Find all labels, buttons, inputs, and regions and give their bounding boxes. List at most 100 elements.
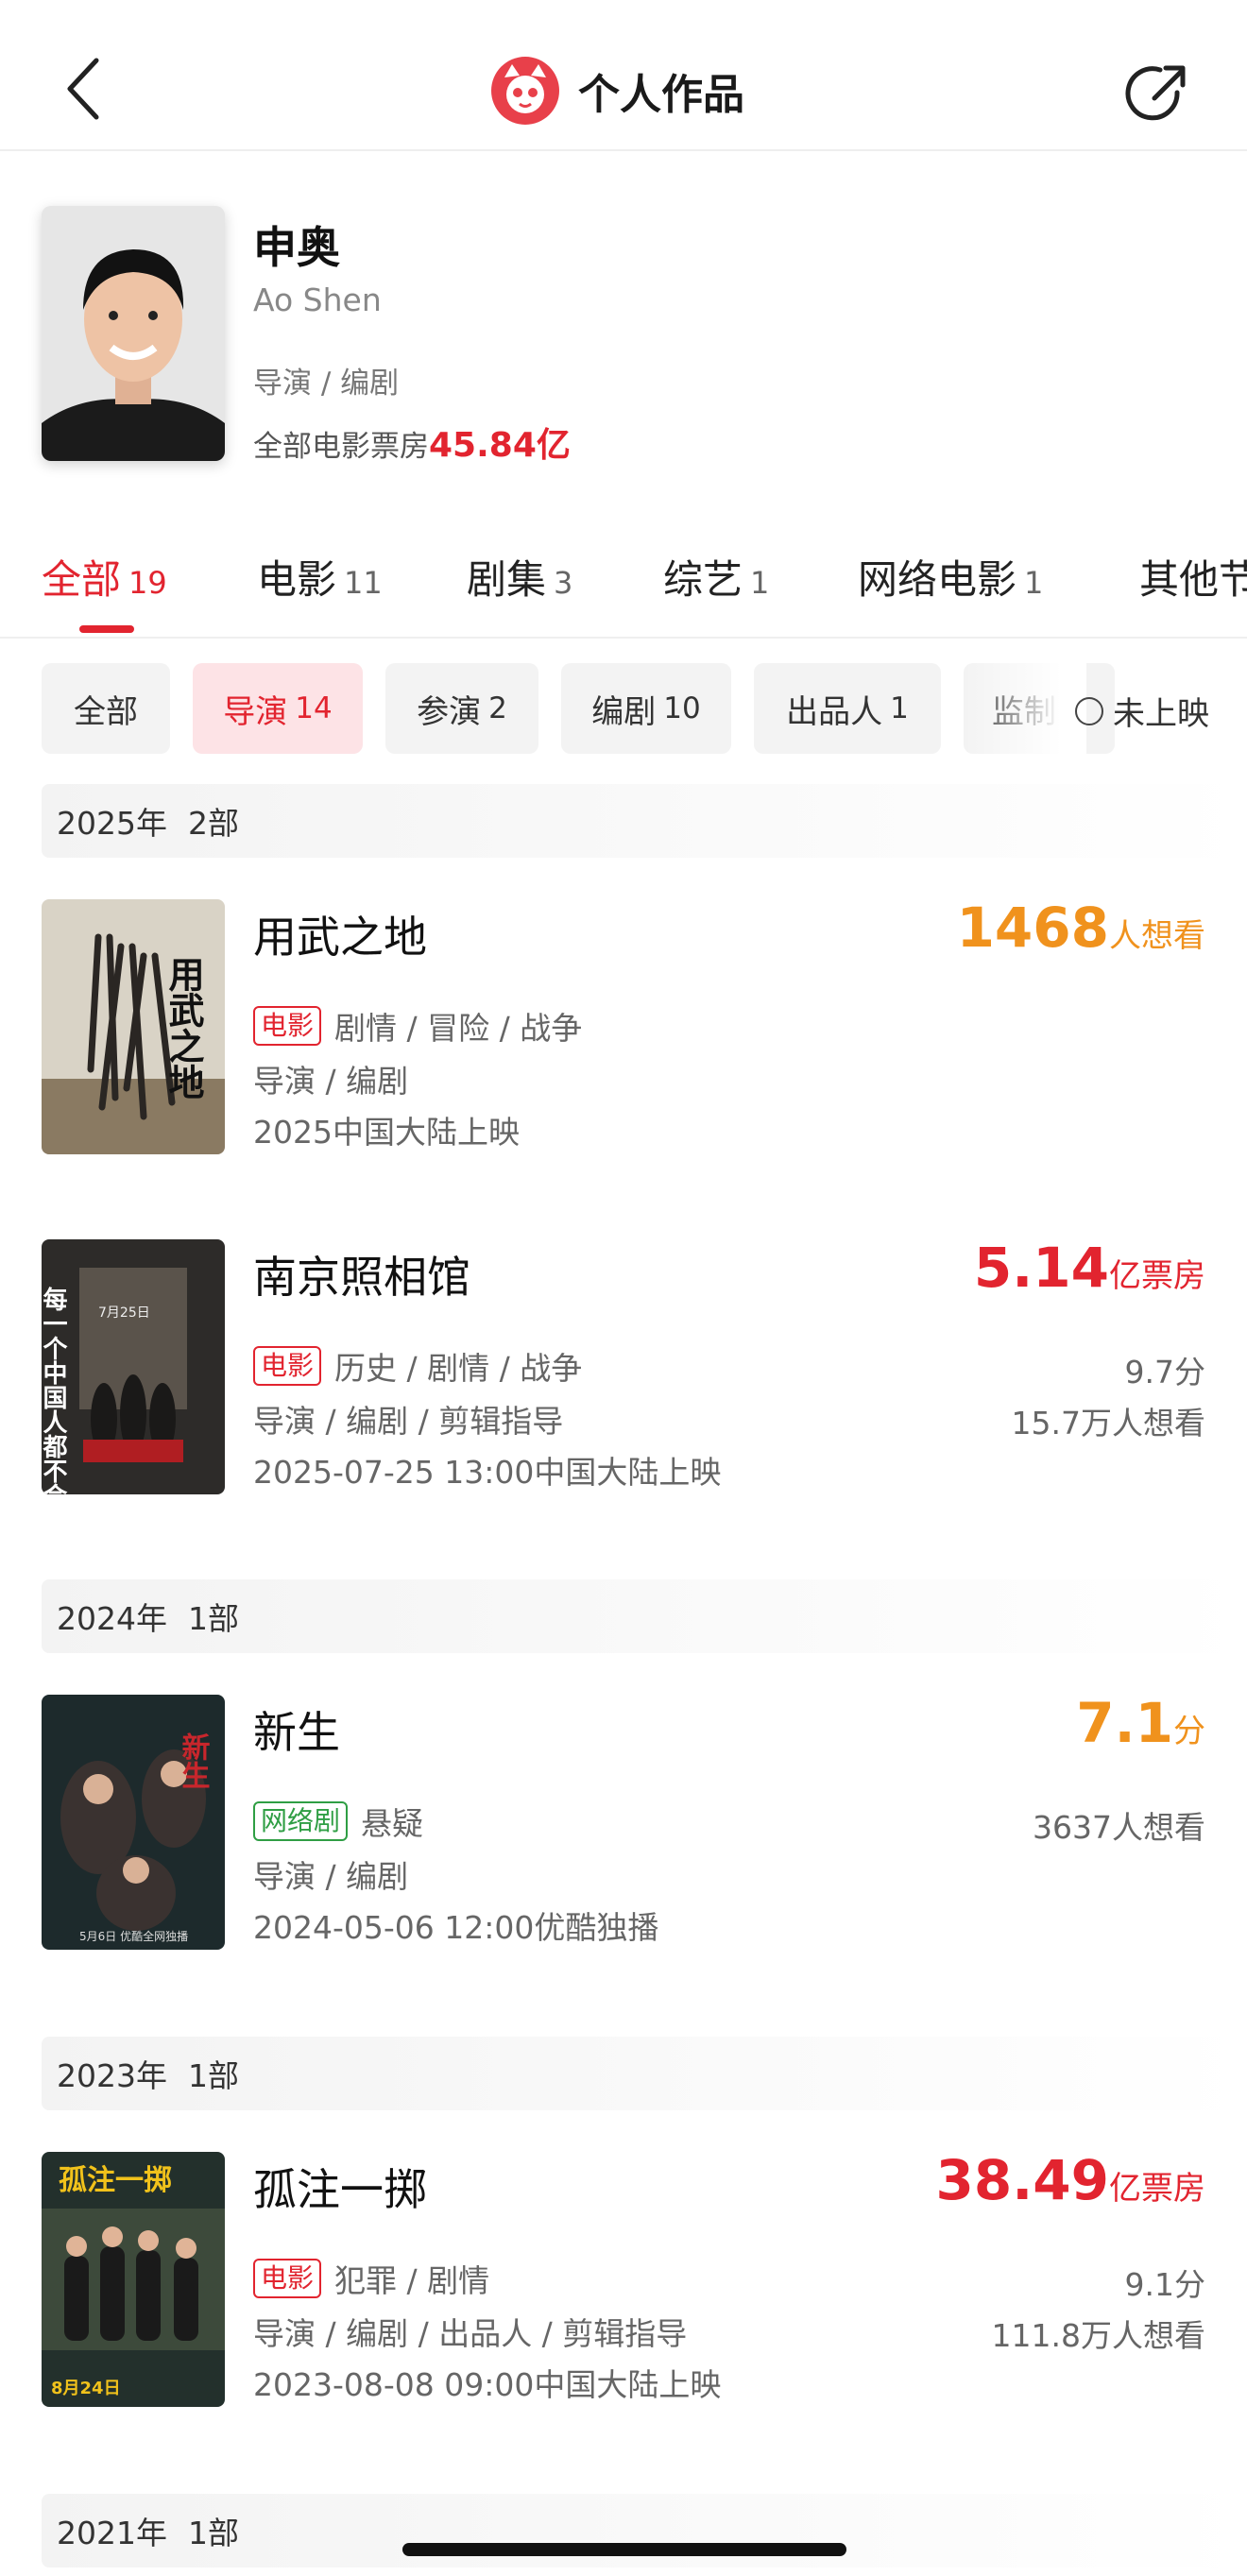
work-genres: 剧情 / 冒险 / 战争 (334, 1010, 583, 1047)
share-icon (1125, 65, 1186, 121)
stat-unit: 亿票房 (1109, 1257, 1205, 1295)
work-rating: 9.7分 (1124, 1354, 1205, 1390)
work-want-count: 111.8万人想看 (991, 2317, 1205, 2354)
year-label: 2023年 (57, 2057, 167, 2094)
home-indicator[interactable] (402, 2543, 846, 2556)
share-button[interactable] (1120, 57, 1196, 132)
tab-count: 1 (1024, 565, 1044, 601)
work-tags: 电影 剧情 / 冒险 / 战争 (253, 1003, 582, 1049)
work-tags: 网络剧 悬疑 (253, 1799, 423, 1844)
tab-label: 电影 (257, 556, 337, 603)
total-box-office: 全部电影票房45.84亿 (253, 418, 571, 467)
box-office: 5.14亿票房 (974, 1236, 1205, 1300)
work-tags: 电影 犯罪 / 剧情 (253, 2256, 489, 2301)
work-release: 2023-08-08 09:00中国大陆上映 (253, 2366, 722, 2403)
active-tab-indicator (79, 625, 134, 633)
stat-value: 1468 (956, 896, 1109, 960)
svg-text:孤注一掷: 孤注一掷 (59, 2164, 172, 2197)
tab-count: 11 (344, 565, 383, 601)
tab-web-movie[interactable]: 网络电影 1 (858, 548, 1043, 606)
work-tags: 电影 历史 / 剧情 / 战争 (253, 1343, 582, 1389)
poster-image[interactable]: 新生 5月6日 优酷全网独播 (42, 1695, 225, 1950)
person-name-english: Ao Shen (253, 281, 382, 318)
stat-value: 7.1 (1076, 1691, 1173, 1755)
person-name: 申奥 (253, 222, 340, 273)
filter-label: 全部 (74, 692, 138, 731)
tab-label: 全部 (42, 556, 122, 603)
filter-count: 14 (295, 691, 333, 725)
tab-label: 剧集 (467, 556, 547, 603)
year-header: 2021年 1部 (42, 2494, 1247, 2567)
year-count: 2部 (187, 805, 239, 842)
person-roles: 导演 / 编剧 (253, 367, 400, 401)
work-genres: 悬疑 (361, 1805, 424, 1842)
category-tabs: 全部 19 电影 11 剧集 3 综艺 1 网络电影 1 其他节 (0, 538, 1247, 639)
work-want-count: 15.7万人想看 (1011, 1405, 1205, 1442)
filter-label: 导演 (223, 692, 288, 731)
poster-image[interactable]: 孤注一掷 8月24日 (42, 2152, 225, 2407)
tab-count: 1 (750, 565, 770, 601)
year-header: 2024年 1部 (42, 1579, 1247, 1653)
work-title[interactable]: 用武之地 (253, 903, 427, 965)
want-count: 1468人想看 (957, 896, 1205, 960)
stat-unit: 分 (1173, 1713, 1205, 1750)
year-label: 2021年 (57, 2515, 167, 2551)
svg-text:每一个中国人都不会忘记: 每一个中国人都不会忘记 (42, 1286, 68, 1494)
filter-fade-overlay (964, 663, 1086, 758)
total-box-office-label: 全部电影票房 (253, 430, 429, 464)
work-roles: 导演 / 编剧 (253, 1063, 409, 1100)
tab-count: 19 (128, 565, 167, 601)
year-count: 1部 (187, 2515, 239, 2551)
total-box-office-value: 45.84亿 (429, 426, 571, 465)
filter-label: 编剧 (591, 692, 657, 731)
work-title[interactable]: 新生 (253, 1698, 340, 1761)
type-badge: 电影 (253, 1346, 322, 1386)
stat-unit: 亿票房 (1109, 2170, 1205, 2208)
box-office: 38.49亿票房 (936, 2148, 1205, 2212)
poster-image[interactable]: 7月25日 每一个中国人都不会忘记 (42, 1239, 225, 1494)
work-release: 2025中国大陆上映 (253, 1114, 520, 1151)
stat-unit: 人想看 (1109, 917, 1205, 955)
tab-all[interactable]: 全部 19 (42, 548, 167, 606)
svg-text:7月25日: 7月25日 (98, 1305, 150, 1321)
stat-value: 38.49 (935, 2148, 1109, 2212)
filter-all[interactable]: 全部 (42, 663, 170, 754)
filter-writer[interactable]: 编剧 10 (561, 663, 731, 754)
tab-label: 综艺 (663, 556, 743, 603)
type-badge: 电影 (253, 1006, 322, 1046)
poster-image[interactable]: 用武之地 (42, 899, 225, 1154)
svg-text:5月6日 优酷全网独播: 5月6日 优酷全网独播 (79, 1929, 188, 1943)
radio-icon (1075, 696, 1103, 725)
back-button[interactable] (53, 49, 119, 128)
year-label: 2024年 (57, 1600, 167, 1637)
tab-label: 网络电影 (858, 556, 1017, 603)
tab-variety[interactable]: 综艺 1 (663, 548, 769, 606)
work-release: 2025-07-25 13:00中国大陆上映 (253, 1454, 722, 1491)
score: 7.1分 (1076, 1691, 1205, 1755)
svg-text:8月24日: 8月24日 (51, 2379, 121, 2398)
tab-other[interactable]: 其他节 (1139, 548, 1247, 606)
filter-director[interactable]: 导演 14 (193, 663, 363, 754)
page-title: 个人作品 (578, 71, 744, 119)
filter-label: 出品人 (786, 692, 883, 731)
year-count: 1部 (187, 1600, 239, 1637)
top-bar: 个人作品 (0, 0, 1247, 151)
work-genres: 历史 / 剧情 / 战争 (334, 1350, 583, 1387)
work-title[interactable]: 孤注一掷 (253, 2156, 427, 2218)
year-label: 2025年 (57, 805, 167, 842)
filter-actor[interactable]: 参演 2 (385, 663, 538, 754)
avatar[interactable] (42, 206, 225, 461)
work-release: 2024-05-06 12:00优酷独播 (253, 1909, 659, 1946)
svg-text:用武之地: 用武之地 (162, 956, 204, 1100)
work-want-count: 3637人想看 (1033, 1809, 1205, 1846)
filter-count: 1 (890, 691, 909, 725)
filter-producer[interactable]: 出品人 1 (754, 663, 941, 754)
tab-series[interactable]: 剧集 3 (467, 548, 572, 606)
tab-movie[interactable]: 电影 11 (257, 548, 383, 606)
work-roles: 导演 / 编剧 / 出品人 / 剪辑指导 (253, 2315, 688, 2352)
unreleased-toggle[interactable]: 未上映 (1075, 688, 1209, 734)
filter-count: 10 (663, 691, 701, 725)
tab-count: 3 (554, 565, 573, 601)
work-title[interactable]: 南京照相馆 (253, 1243, 470, 1305)
work-roles: 导演 / 编剧 / 剪辑指导 (253, 1403, 564, 1440)
